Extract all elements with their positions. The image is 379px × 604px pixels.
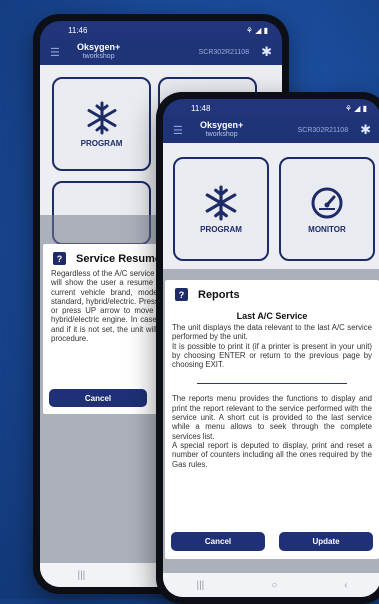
dialog-para-4: A special report is deputed to display, … bbox=[172, 440, 372, 469]
cancel-button[interactable]: Cancel bbox=[171, 532, 265, 551]
monitor-label: MONITOR bbox=[308, 224, 346, 234]
help-icon: ? bbox=[53, 252, 66, 265]
main-area: PROGRAM MONITOR ? Reports Last A/C Servi… bbox=[163, 143, 379, 597]
app-title: Oksygen+ tworkshop bbox=[200, 121, 243, 139]
dialog-title: Reports bbox=[198, 288, 240, 301]
status-icons: ⚘ ◢ ▮ bbox=[344, 103, 367, 113]
nav-bar: ||| ○ ‹ bbox=[163, 573, 379, 597]
menu-icon[interactable]: ☰ bbox=[173, 124, 184, 137]
app-name: Oksygen+ bbox=[200, 120, 244, 130]
front-screen: 11:48 ⚘ ◢ ▮ ☰ Oksygen+ tworkshop SCR302R… bbox=[163, 99, 379, 597]
serial-number: SCR302R21108 bbox=[198, 48, 250, 56]
menu-icon[interactable]: ☰ bbox=[50, 46, 61, 59]
app-title: Oksygen+ tworkshop bbox=[77, 43, 120, 61]
status-bar: 11:46 ⚘ ◢ ▮ bbox=[40, 21, 282, 39]
dialog-para-2: It is possible to print it (if a printer… bbox=[172, 341, 372, 370]
help-icon: ? bbox=[175, 288, 188, 301]
status-time: 11:48 bbox=[191, 103, 211, 113]
program-label: PROGRAM bbox=[200, 224, 242, 234]
recent-apps-icon[interactable]: ||| bbox=[77, 570, 85, 581]
serial-number: SCR302R21108 bbox=[297, 126, 349, 134]
dialog-subtitle: Last A/C Service bbox=[236, 311, 308, 321]
status-time: 11:46 bbox=[68, 25, 88, 35]
divider bbox=[197, 383, 347, 385]
app-subtitle: tworkshop bbox=[205, 131, 238, 138]
reports-dialog: ? Reports Last A/C Service The unit disp… bbox=[165, 280, 379, 559]
front-phone: 11:48 ⚘ ◢ ▮ ☰ Oksygen+ tworkshop SCR302R… bbox=[156, 92, 379, 604]
snowflake-icon bbox=[205, 185, 237, 220]
status-icons: ⚘ ◢ ▮ bbox=[245, 25, 268, 35]
snowflake-icon bbox=[87, 101, 116, 134]
bluetooth-icon[interactable]: ✱ bbox=[261, 44, 272, 60]
dialog-para-1: The unit displays the data relevant to t… bbox=[172, 323, 372, 342]
program-label: PROGRAM bbox=[80, 138, 123, 148]
bluetooth-icon[interactable]: ✱ bbox=[360, 122, 371, 138]
status-bar: 11:48 ⚘ ◢ ▮ bbox=[163, 99, 379, 117]
back-icon[interactable]: ‹ bbox=[344, 580, 347, 591]
gauge-icon bbox=[311, 187, 343, 218]
monitor-tile[interactable]: MONITOR bbox=[279, 157, 375, 261]
program-tile[interactable]: PROGRAM bbox=[52, 77, 151, 171]
recent-apps-icon[interactable]: ||| bbox=[196, 580, 204, 591]
program-tile[interactable]: PROGRAM bbox=[173, 157, 269, 261]
app-header: ☰ Oksygen+ tworkshop SCR302R21108 ✱ bbox=[163, 117, 379, 143]
dialog-para-3: The reports menu provides the functions … bbox=[172, 394, 372, 441]
app-name: Oksygen+ bbox=[77, 42, 121, 52]
home-icon[interactable]: ○ bbox=[271, 580, 277, 591]
dialog-title: Service Resume bbox=[76, 252, 161, 265]
update-button[interactable]: Update bbox=[279, 532, 373, 551]
app-header: ☰ Oksygen+ tworkshop SCR302R21108 ✱ bbox=[40, 39, 282, 65]
app-subtitle: tworkshop bbox=[82, 53, 115, 60]
cancel-button[interactable]: Cancel bbox=[49, 389, 147, 407]
